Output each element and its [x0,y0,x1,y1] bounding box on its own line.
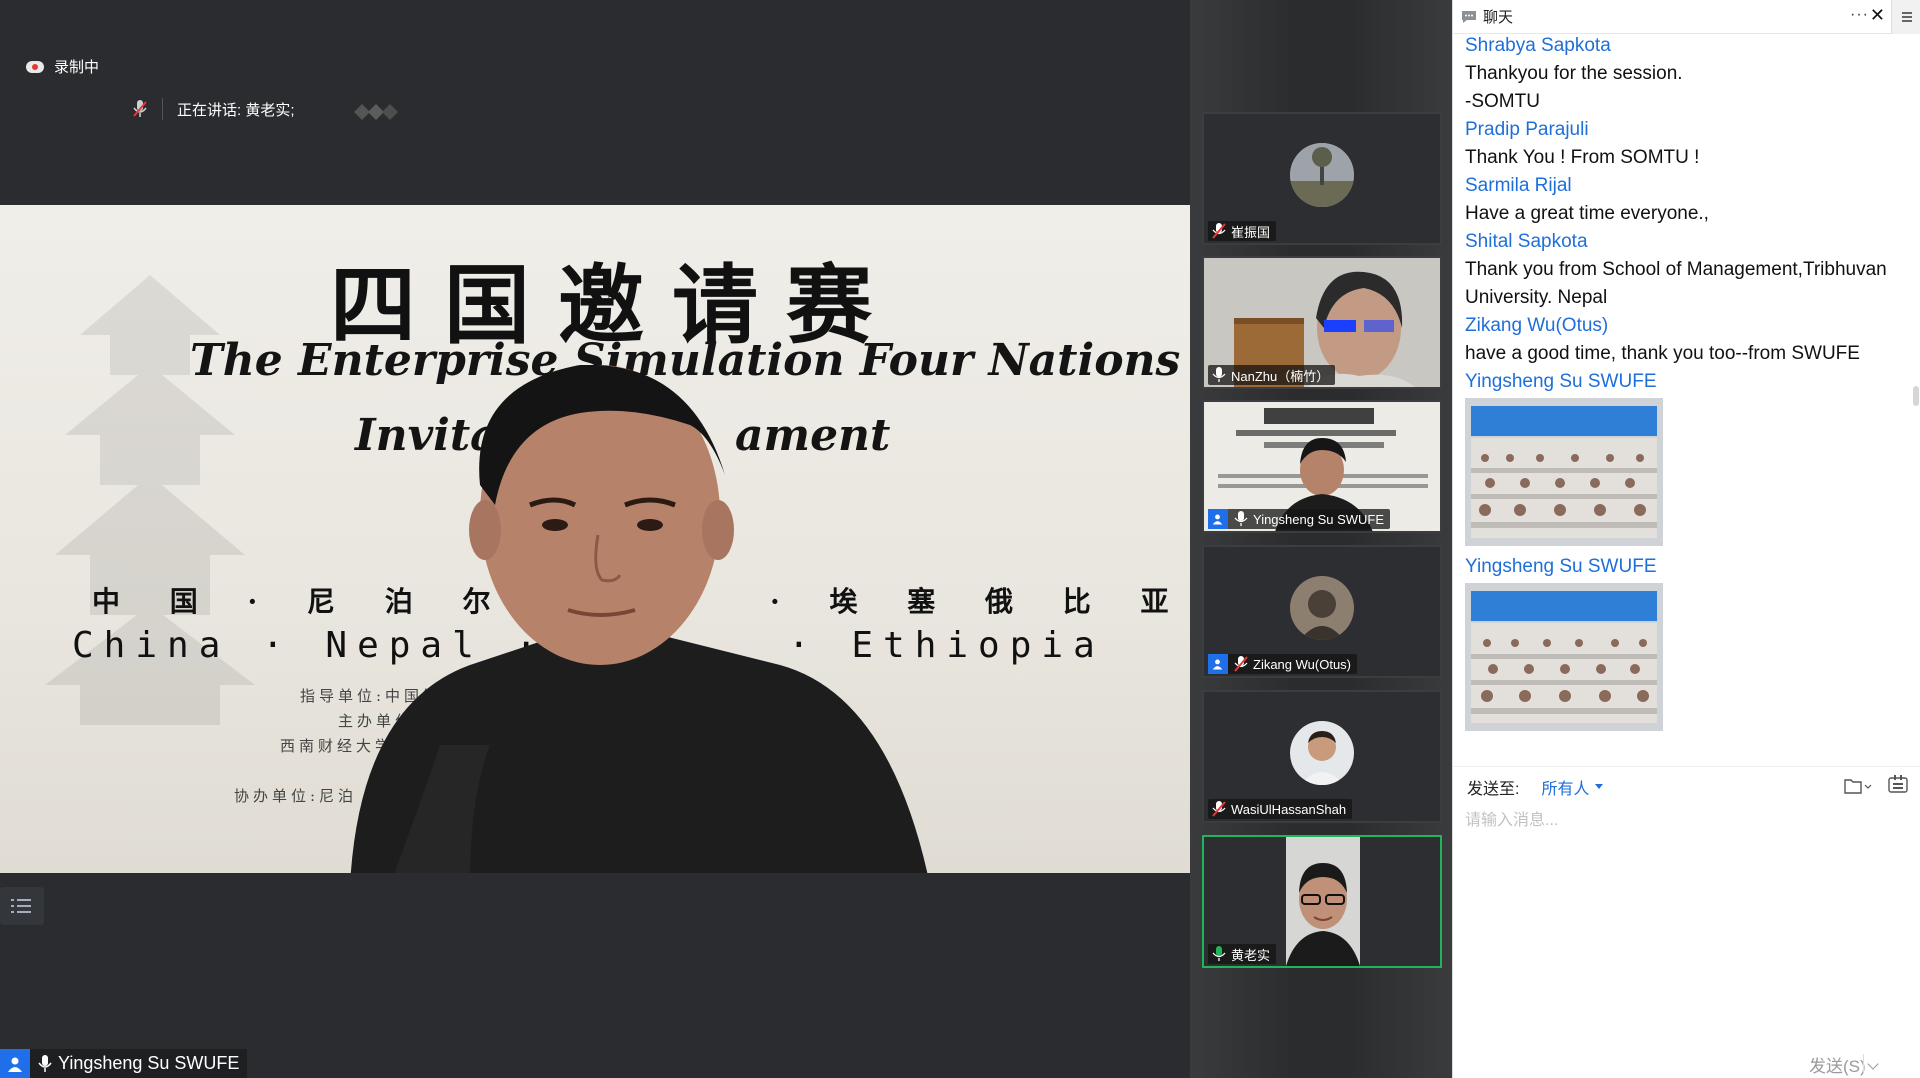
chat-message: Yingsheng Su SWUFE [1465,368,1903,553]
meeting-window: 录制中 正在讲话: 黄老实; 四国邀请赛 The Enterprise Simu… [0,0,1920,1078]
notice-icon[interactable] [1887,775,1909,795]
image-attachment[interactable] [1465,583,1663,731]
participant-label: Yingsheng Su SWUFE [1208,509,1391,529]
participant-label: WasiUlHassanShah [1208,799,1353,819]
cloud-record-icon [26,60,44,73]
divider [1863,1054,1864,1074]
participant-label: NanZhu（楠竹） [1208,365,1336,385]
participant-name: 黄老实 [1231,947,1271,963]
mic-muted-icon [1212,223,1226,239]
chat-message: Shrabya Sapkota Thankyou for the session… [1465,32,1903,116]
message-text: have a good time, thank you too--from SW… [1465,343,1860,364]
message-sender[interactable]: Yingsheng Su SWUFE [1465,553,1903,581]
user-icon [1208,509,1228,529]
participant-gallery: 崔振国 NanZhu（楠竹） Yingsheng Su SWUFE Zikang… [1190,0,1452,1078]
main-speaker-name-tag: Yingsheng Su SWUFE [0,1049,248,1078]
chat-title: 聊天 [1483,9,1514,26]
send-button[interactable]: 发送(S) [1809,1052,1866,1077]
recording-label: 录制中 [54,59,100,76]
send-options-chevron-icon[interactable] [1867,1058,1879,1070]
mic-icon [1234,511,1248,526]
participant-name: Yingsheng Su SWUFE [1253,511,1385,527]
more-options-icon[interactable]: ··· [1850,6,1869,24]
message-sender[interactable]: Pradip Parajuli [1465,116,1903,144]
participant-name: NanZhu（楠竹） [1231,368,1330,384]
avatar [1290,720,1354,785]
share-toolbar-toggle[interactable] [0,887,44,925]
user-icon [1208,654,1228,674]
participant-tile[interactable]: WasiUlHassanShah [1202,690,1442,823]
shared-screen: 四国邀请赛 The Enterprise Simulation Four Nat… [0,205,1190,873]
avatar [1290,575,1354,640]
speaker-video [350,365,928,873]
message-text: -SOMTU [1465,91,1540,112]
message-text: Thank You ! From SOMTU ! [1465,147,1700,168]
message-text: Thankyou for the session. [1465,63,1683,84]
send-to-value: 所有人 [1541,780,1590,798]
chat-message: Sarmila Rijal Have a great time everyone… [1465,172,1903,228]
divider [162,98,163,120]
chat-message: Shital Sapkota Thank you from School of … [1465,228,1903,312]
participant-label: Zikang Wu(Otus) [1208,654,1358,674]
mic-muted-icon [1234,656,1248,672]
participant-label: 崔振国 [1208,221,1277,241]
chat-messages[interactable]: Shrabya Sapkota Thankyou for the session… [1465,32,1903,766]
participant-tile[interactable]: Zikang Wu(Otus) [1202,545,1442,678]
participant-name: WasiUlHassanShah [1231,801,1347,817]
speaking-label: 正在讲话: 黄老实; [177,101,295,119]
side-menu-icon[interactable] [1891,0,1920,34]
participant-tile[interactable]: NanZhu（楠竹） [1202,256,1442,389]
participant-tile[interactable]: 崔振国 [1202,112,1442,245]
user-icon [0,1049,30,1078]
avatar [1290,142,1354,207]
message-sender[interactable]: Yingsheng Su SWUFE [1465,368,1903,396]
message-sender[interactable]: Shital Sapkota [1465,228,1903,256]
image-attachment[interactable] [1465,398,1663,546]
chat-scrollbar[interactable] [1913,386,1919,406]
message-text: Thank you from School of Management,Trib… [1465,259,1887,308]
participant-tile[interactable]: Yingsheng Su SWUFE [1202,400,1442,533]
participant-name: Zikang Wu(Otus) [1253,656,1352,672]
message-sender[interactable]: Zikang Wu(Otus) [1465,312,1903,340]
mic-icon [38,1054,52,1072]
mic-icon [1212,367,1226,382]
send-to-bar: 发送至: 所有人 [1453,766,1920,806]
message-sender[interactable]: Shrabya Sapkota [1465,32,1903,60]
close-icon[interactable]: ✕ [1870,5,1885,26]
chat-message-input[interactable] [1465,806,1905,1006]
send-to-label: 发送至: [1467,780,1520,798]
participant-name: 崔振国 [1231,224,1271,240]
participant-label: 黄老实 [1208,944,1277,964]
chat-header: 聊天 ··· ✕ [1453,0,1920,34]
chat-bubble-icon [1462,10,1476,23]
chevron-down-icon [1595,784,1604,789]
chat-message: Zikang Wu(Otus) have a good time, thank … [1465,312,1903,368]
message-sender[interactable]: Sarmila Rijal [1465,172,1903,200]
main-speaker-name: Yingsheng Su SWUFE [58,1053,240,1073]
chat-panel: 聊天 ··· ✕ Shrabya Sapkota Thankyou for th… [1452,0,1920,1078]
participant-video [1286,837,1360,966]
recording-indicator[interactable]: 录制中 [26,56,99,77]
mic-speaking-icon [1212,946,1226,961]
file-icon[interactable] [1843,777,1873,795]
mic-muted-icon [133,100,147,117]
chat-message: Yingsheng Su SWUFE [1465,553,1903,738]
message-text: Have a great time everyone., [1465,203,1709,224]
main-stage: 录制中 正在讲话: 黄老实; 四国邀请赛 The Enterprise Simu… [0,0,1190,1078]
speaking-wave-icon [354,104,398,120]
active-speaker-bar: 正在讲话: 黄老实; [132,98,295,120]
chat-message: Pradip Parajuli Thank You ! From SOMTU ! [1465,116,1903,172]
send-row: 发送(S) [1453,1050,1920,1078]
mic-muted-icon [1212,801,1226,817]
participant-tile-active[interactable]: 黄老实 [1202,835,1442,968]
send-to-dropdown[interactable]: 所有人 [1541,775,1604,799]
